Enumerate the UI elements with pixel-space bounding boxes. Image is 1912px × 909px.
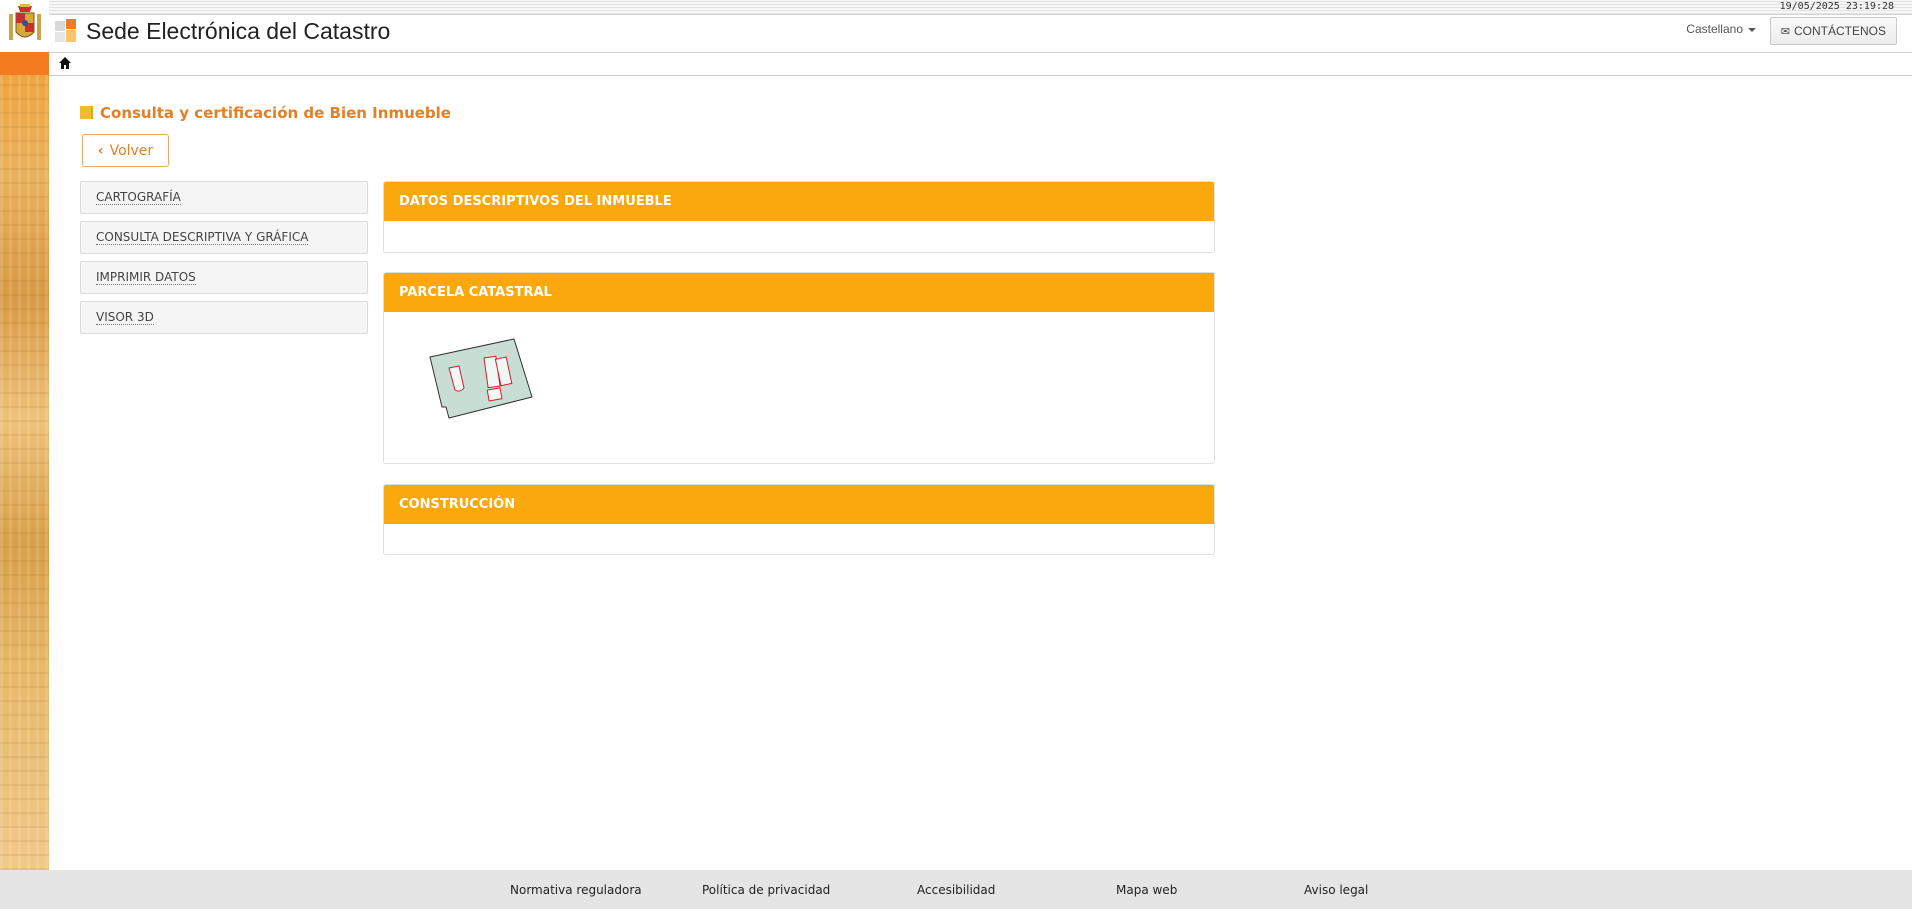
envelope-icon: ✉: [1780, 26, 1790, 38]
top-utility-bar: 19/05/2025 23:19:28: [49, 0, 1912, 15]
panel-title: PARCELA CATASTRAL: [384, 273, 1214, 312]
decorative-city-strip: [0, 52, 49, 870]
footer-link-privacidad[interactable]: Política de privacidad: [702, 883, 830, 897]
contact-label: CONTÁCTENOS: [1793, 24, 1886, 38]
side-item-cartografia[interactable]: CARTOGRAFÍA: [80, 181, 368, 214]
language-label: Castellano: [1686, 22, 1743, 36]
side-item-label: CONSULTA DESCRIPTIVA Y GRÁFICA: [96, 230, 309, 245]
parcel-map-image[interactable]: [422, 337, 548, 441]
chevron-down-icon: [1748, 27, 1756, 32]
language-selector[interactable]: Castellano: [1686, 22, 1756, 36]
chevron-left-icon: ‹: [97, 143, 104, 159]
header: Sede Electrónica del Catastro Castellano…: [49, 15, 1912, 53]
footer-link-aviso-legal[interactable]: Aviso legal: [1304, 883, 1368, 897]
side-item-label: VISOR 3D: [96, 310, 154, 325]
side-menu: CARTOGRAFÍA CONSULTA DESCRIPTIVA Y GRÁFI…: [80, 181, 368, 341]
back-label: Volver: [109, 143, 154, 159]
side-item-imprimir-datos[interactable]: IMPRIMIR DATOS: [80, 261, 368, 294]
breadcrumb: [49, 53, 1912, 76]
footer-link-mapa-web[interactable]: Mapa web: [1116, 883, 1177, 897]
side-item-label: IMPRIMIR DATOS: [96, 270, 196, 285]
footer: Normativa reguladora Política de privaci…: [0, 870, 1912, 909]
catastro-logo-icon: [55, 19, 76, 42]
coat-of-arms-icon: [9, 4, 41, 40]
panel-construccion: CONSTRUCCIÓN: [383, 484, 1215, 555]
side-item-label: CARTOGRAFÍA: [96, 190, 181, 205]
back-button[interactable]: ‹ Volver: [82, 134, 169, 167]
side-item-consulta-descriptiva[interactable]: CONSULTA DESCRIPTIVA Y GRÁFICA: [80, 221, 368, 254]
panel-title: CONSTRUCCIÓN: [384, 485, 1214, 524]
document-icon: [80, 106, 93, 119]
contact-button[interactable]: ✉ CONTÁCTENOS: [1769, 17, 1897, 45]
side-item-visor-3d[interactable]: VISOR 3D: [80, 301, 368, 334]
datetime: 19/05/2025 23:19:28: [1779, 1, 1894, 12]
home-icon[interactable]: [58, 56, 72, 70]
footer-link-accesibilidad[interactable]: Accesibilidad: [917, 883, 995, 897]
orange-strip-top: [0, 52, 49, 75]
site-title[interactable]: Sede Electrónica del Catastro: [86, 18, 390, 45]
page-title: Consulta y certificación de Bien Inmuebl…: [80, 104, 451, 122]
panel-title: DATOS DESCRIPTIVOS DEL INMUEBLE: [384, 182, 1214, 221]
panel-datos-descriptivos: DATOS DESCRIPTIVOS DEL INMUEBLE: [383, 181, 1215, 253]
panel-parcela-catastral: PARCELA CATASTRAL: [383, 272, 1215, 464]
footer-link-normativa[interactable]: Normativa reguladora: [510, 883, 642, 897]
page-title-text: Consulta y certificación de Bien Inmuebl…: [100, 104, 451, 122]
